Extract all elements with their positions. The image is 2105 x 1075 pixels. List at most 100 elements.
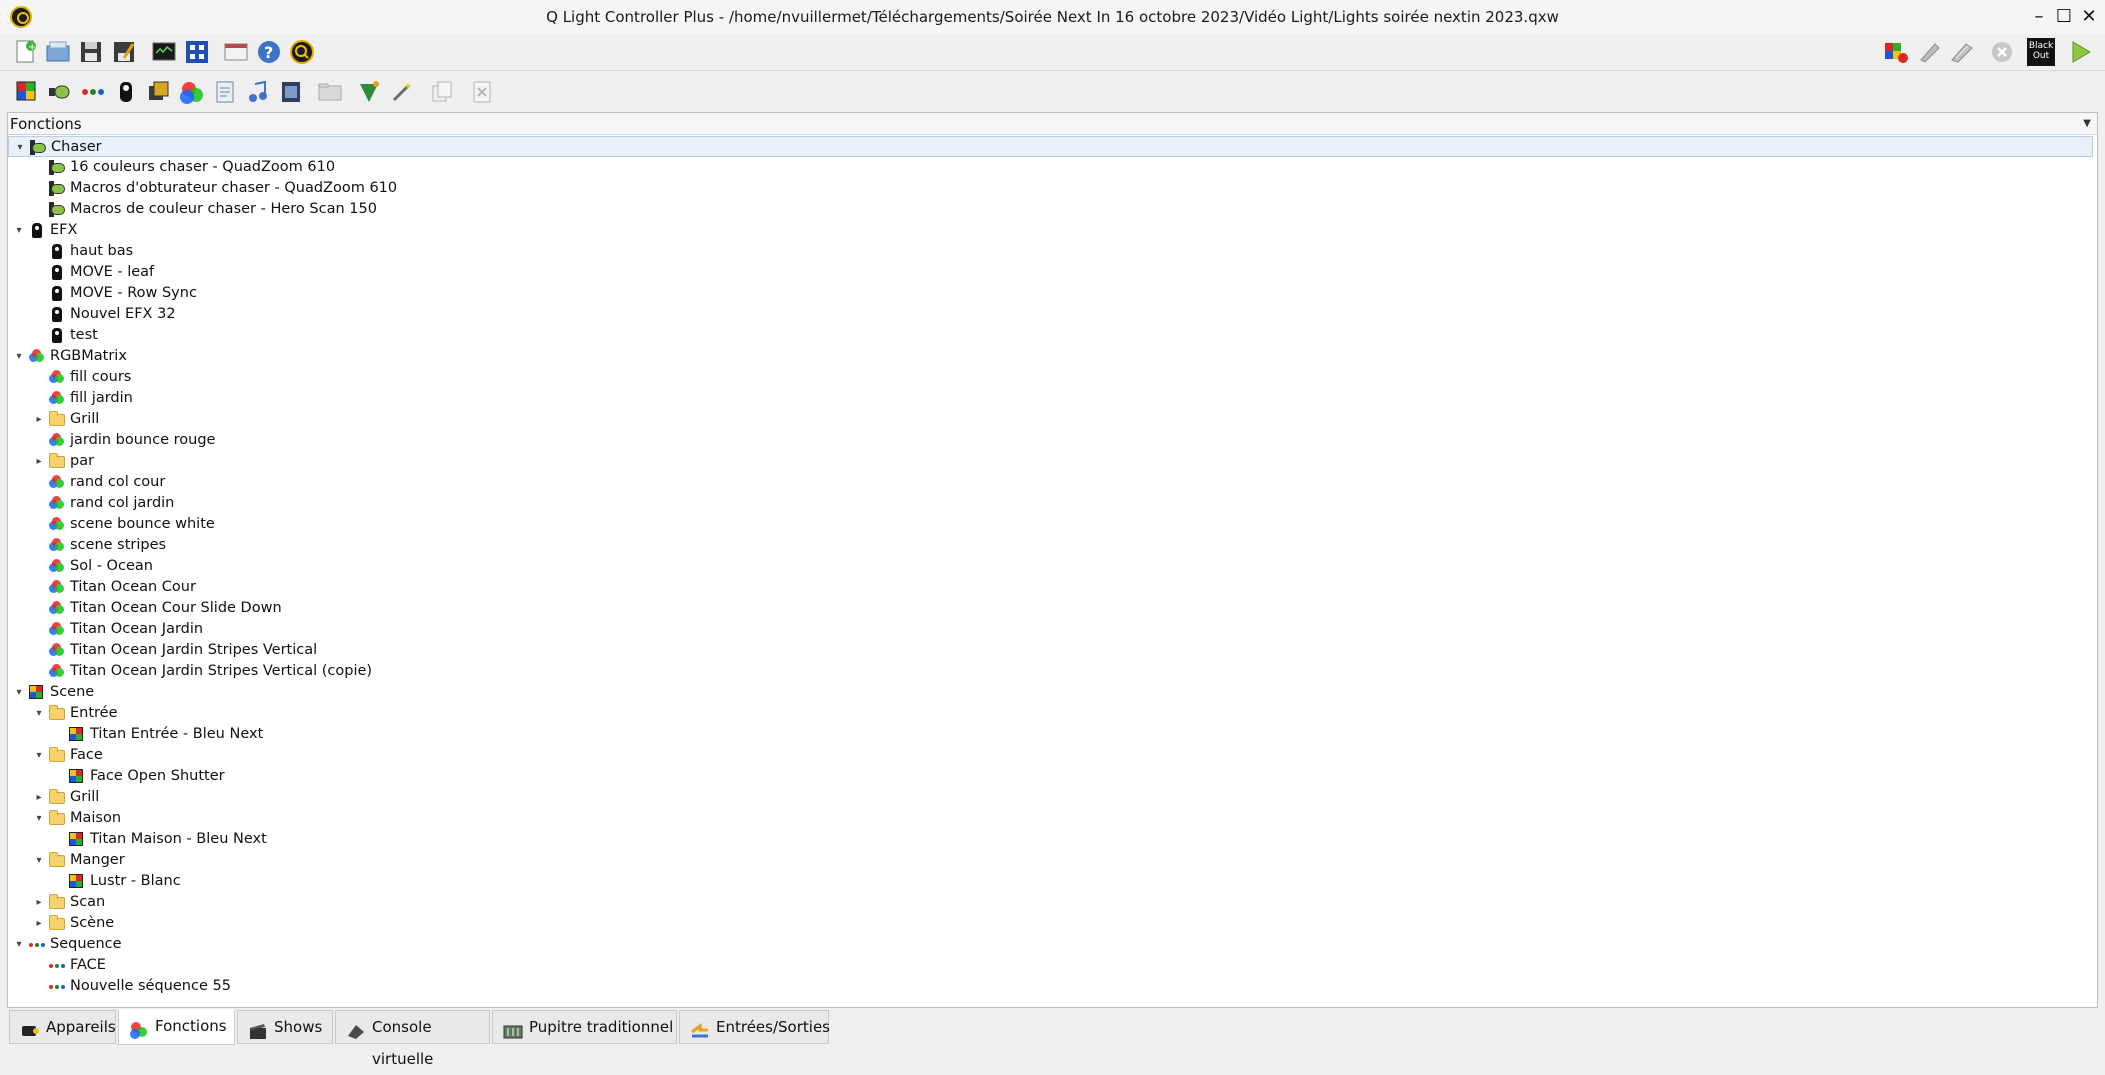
operate-mode-icon[interactable]: [2066, 38, 2094, 66]
tree-row[interactable]: rand col jardin: [8, 493, 2093, 514]
new-efx-icon[interactable]: [112, 78, 140, 106]
tree-row[interactable]: 16 couleurs chaser - QuadZoom 610: [8, 157, 2093, 178]
tree-row[interactable]: Titan Maison - Bleu Next: [8, 829, 2093, 850]
collapse-arrow-icon[interactable]: ▾: [12, 220, 26, 241]
collapse-arrow-icon[interactable]: ▾: [32, 850, 46, 871]
collapse-arrow-icon[interactable]: ▾: [12, 682, 26, 703]
tree-row[interactable]: Nouvel EFX 32: [8, 304, 2093, 325]
tree-row[interactable]: MOVE - leaf: [8, 262, 2093, 283]
tree-row[interactable]: jardin bounce rouge: [8, 430, 2093, 451]
tree-row[interactable]: ▾ Manger: [8, 850, 2093, 871]
new-scene-icon[interactable]: [13, 78, 41, 106]
close-button[interactable]: ✕: [2078, 6, 2100, 28]
collapse-arrow-icon[interactable]: ▾: [13, 137, 27, 158]
tab-label: Appareils: [46, 1018, 116, 1036]
tree-row[interactable]: ▾ Entrée: [8, 703, 2093, 724]
collapse-arrow-icon[interactable]: ▾: [32, 703, 46, 724]
new-file-icon[interactable]: +: [12, 38, 40, 66]
tab-pupitre-traditionnel[interactable]: Pupitre traditionnel: [492, 1010, 677, 1044]
tree-row[interactable]: ▸ par: [8, 451, 2093, 472]
tree-header[interactable]: Fonctions ▼: [8, 113, 2097, 135]
tree-row[interactable]: ▾ RGBMatrix: [8, 346, 2093, 367]
tab-console-virtuelle[interactable]: Console virtuelle: [335, 1010, 490, 1068]
tab-entr-es-sorties[interactable]: Entrées/Sorties: [679, 1010, 830, 1044]
tree-row[interactable]: Titan Ocean Cour Slide Down: [8, 598, 2093, 619]
delete-icon[interactable]: [468, 78, 496, 106]
tree-row[interactable]: Face Open Shutter: [8, 766, 2093, 787]
tree-row[interactable]: Macros d'obturateur chaser - QuadZoom 61…: [8, 178, 2093, 199]
grand-master-icon[interactable]: [1882, 38, 1910, 66]
expand-arrow-icon[interactable]: ▸: [32, 913, 46, 934]
new-sequence-icon[interactable]: [79, 78, 107, 106]
tree-row[interactable]: Nouvelle séquence 55: [8, 976, 2093, 997]
tree-row[interactable]: Sol - Ocean: [8, 556, 2093, 577]
tree-row[interactable]: fill cours: [8, 367, 2093, 388]
minimize-button[interactable]: –: [2028, 6, 2050, 28]
collapse-arrow-icon[interactable]: ▾: [32, 745, 46, 766]
maximize-button[interactable]: ☐: [2053, 6, 2075, 28]
tree-row[interactable]: Titan Ocean Jardin Stripes Vertical (cop…: [8, 661, 2093, 682]
save-icon[interactable]: [77, 38, 105, 66]
expand-arrow-icon[interactable]: ▸: [32, 409, 46, 430]
tree-row[interactable]: rand col cour: [8, 472, 2093, 493]
tree-row[interactable]: ▾ Face: [8, 745, 2093, 766]
expand-arrow-icon[interactable]: ▸: [32, 892, 46, 913]
tree-row[interactable]: haut bas: [8, 241, 2093, 262]
function-wizard-icon[interactable]: [355, 78, 383, 106]
expand-arrow-icon[interactable]: ▸: [32, 451, 46, 472]
collapse-arrow-icon[interactable]: ▾: [32, 808, 46, 829]
tree-row[interactable]: test: [8, 325, 2093, 346]
tree-row[interactable]: ▸ Grill: [8, 787, 2093, 808]
magic-wand-icon[interactable]: [388, 78, 416, 106]
new-collection-icon[interactable]: [145, 78, 173, 106]
scene-icon: [69, 874, 83, 888]
tab-fonctions[interactable]: Fonctions: [118, 1009, 235, 1045]
new-script-icon[interactable]: [211, 78, 239, 106]
stop-all-icon[interactable]: [1988, 38, 2016, 66]
tree-row[interactable]: MOVE - Row Sync: [8, 283, 2093, 304]
about-icon[interactable]: [288, 38, 316, 66]
tree-row[interactable]: Lustr - Blanc: [8, 871, 2093, 892]
clone-icon[interactable]: [428, 78, 456, 106]
tree-row[interactable]: ▾ Scene: [8, 682, 2093, 703]
new-chaser-icon[interactable]: [46, 78, 74, 106]
address-tool-icon[interactable]: [183, 38, 211, 66]
new-folder-icon[interactable]: [316, 78, 344, 106]
tree-row[interactable]: ▾ Sequence: [8, 934, 2093, 955]
tree-row[interactable]: ▸ Grill: [8, 409, 2093, 430]
tree-row-label: Titan Entrée - Bleu Next: [90, 726, 264, 742]
new-video-icon[interactable]: [277, 78, 305, 106]
tree-row[interactable]: fill jardin: [8, 388, 2093, 409]
chevron-down-icon[interactable]: ▼: [2083, 113, 2091, 135]
tree-row[interactable]: ▸ Scène: [8, 913, 2093, 934]
tree-row[interactable]: Titan Ocean Cour: [8, 577, 2093, 598]
edit-mode-icon[interactable]: [1948, 38, 1976, 66]
tab-shows[interactable]: Shows: [237, 1010, 333, 1044]
tab-appareils[interactable]: Appareils: [9, 1010, 116, 1044]
live-edit-icon[interactable]: [1915, 38, 1943, 66]
monitor-icon[interactable]: [150, 38, 178, 66]
tree-row[interactable]: FACE: [8, 955, 2093, 976]
new-audio-icon[interactable]: [244, 78, 272, 106]
tree-row[interactable]: ▾ EFX: [8, 220, 2093, 241]
collapse-arrow-icon[interactable]: ▾: [12, 346, 26, 367]
expand-arrow-icon[interactable]: ▸: [32, 787, 46, 808]
tree-row[interactable]: ▾ Maison: [8, 808, 2093, 829]
tree-row[interactable]: scene bounce white: [8, 514, 2093, 535]
functions-tree-panel[interactable]: Fonctions ▼ ▾ Chaser 16 couleurs chaser - …: [7, 112, 2098, 1008]
blackout-button[interactable]: Black Out: [2027, 38, 2055, 66]
help-icon[interactable]: ?: [255, 38, 283, 66]
tree-row[interactable]: scene stripes: [8, 535, 2093, 556]
tree-row[interactable]: ▾ Chaser: [8, 136, 2093, 157]
tree-row[interactable]: ▸ Scan: [8, 892, 2093, 913]
tree-row-label: fill cours: [70, 369, 132, 385]
new-rgb-matrix-icon[interactable]: [178, 78, 206, 106]
tree-row[interactable]: Titan Ocean Jardin: [8, 619, 2093, 640]
save-as-icon[interactable]: [110, 38, 138, 66]
tree-row[interactable]: Macros de couleur chaser - Hero Scan 150: [8, 199, 2093, 220]
fullscreen-icon[interactable]: [222, 38, 250, 66]
collapse-arrow-icon[interactable]: ▾: [12, 934, 26, 955]
open-file-icon[interactable]: [44, 38, 72, 66]
tree-row[interactable]: Titan Entrée - Bleu Next: [8, 724, 2093, 745]
tree-row[interactable]: Titan Ocean Jardin Stripes Vertical: [8, 640, 2093, 661]
